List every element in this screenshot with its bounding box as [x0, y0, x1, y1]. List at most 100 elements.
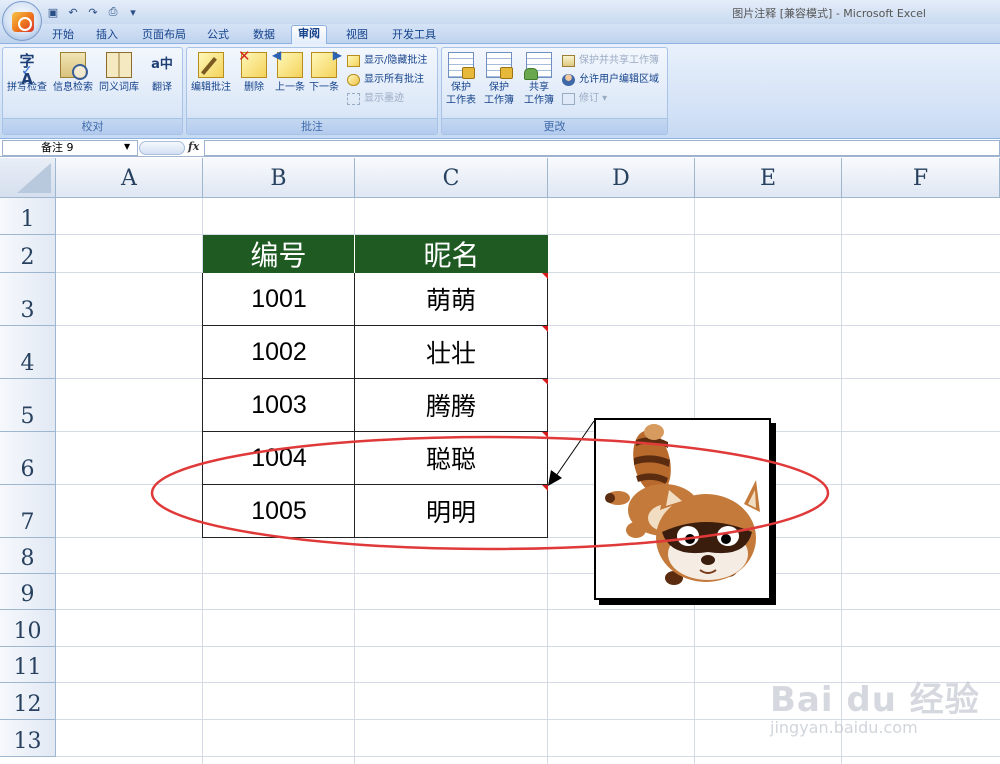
- save-icon[interactable]: ▣: [44, 4, 62, 21]
- select-all-corner[interactable]: [0, 158, 56, 198]
- protect-share-workbook-button[interactable]: 保护并共享工作簿: [562, 53, 659, 69]
- spelling-check-icon: 字A: [14, 52, 40, 88]
- thesaurus-icon: [106, 52, 132, 78]
- translate-button[interactable]: a中 翻译: [149, 52, 175, 94]
- next-comment-button[interactable]: 下一条: [309, 48, 342, 94]
- formula-bar: 备注 9 ▼ fx: [0, 139, 1000, 157]
- row-header-12[interactable]: 12: [0, 683, 56, 720]
- cell-id[interactable]: 1003: [202, 379, 355, 432]
- row-header-10[interactable]: 10: [0, 610, 56, 647]
- formula-input[interactable]: [204, 140, 1000, 156]
- cell-nickname[interactable]: 壮壮: [354, 326, 548, 379]
- column-header-b[interactable]: B: [203, 158, 355, 198]
- gridline: [56, 573, 1000, 574]
- tab-view[interactable]: 视图: [340, 27, 374, 44]
- comment-box[interactable]: [594, 418, 771, 600]
- tab-data[interactable]: 数据: [247, 27, 281, 44]
- cell-nickname[interactable]: 聪聪: [354, 432, 548, 485]
- protect-sheet-button[interactable]: 保护 工作表: [446, 52, 476, 107]
- cell-nickname[interactable]: 萌萌: [354, 273, 548, 326]
- tab-page-layout[interactable]: 页面布局: [136, 27, 192, 44]
- tab-developer[interactable]: 开发工具: [386, 27, 442, 44]
- translate-icon: a中: [151, 57, 173, 72]
- delete-comment-button[interactable]: 删除: [238, 47, 267, 94]
- previous-comment-button[interactable]: 上一条: [272, 48, 305, 94]
- tab-insert[interactable]: 插入: [90, 27, 124, 44]
- raccoon-head: [656, 480, 760, 582]
- comment-indicator-icon: [542, 379, 548, 385]
- comment-indicator-icon: [542, 326, 548, 332]
- show-all-comments-icon: [347, 74, 360, 86]
- research-button[interactable]: 信息检索: [53, 52, 93, 94]
- allow-edit-ranges-button[interactable]: 允许用户编辑区域: [562, 72, 659, 88]
- row-header-5[interactable]: 5: [0, 379, 56, 432]
- protect-share-icon: [562, 55, 575, 67]
- name-box[interactable]: 备注 9: [2, 140, 138, 156]
- row-header-4[interactable]: 4: [0, 326, 56, 379]
- column-header-a[interactable]: A: [56, 158, 203, 198]
- gridline: [56, 756, 1000, 757]
- cell-nickname[interactable]: 腾腾: [354, 379, 548, 432]
- cell-id[interactable]: 1005: [202, 485, 355, 538]
- group-label-proofing: 校对: [3, 118, 182, 134]
- row-header-13[interactable]: 13: [0, 720, 56, 757]
- quick-access-toolbar: ▣ ↶ ↷ ⎙ ▾: [44, 3, 142, 21]
- show-hide-comment-button[interactable]: 显示/隐藏批注: [347, 53, 427, 69]
- name-box-dropdown-icon[interactable]: ▼: [124, 142, 130, 151]
- cell-id[interactable]: 1002: [202, 326, 355, 379]
- tab-formulas[interactable]: 公式: [201, 27, 235, 44]
- row-header-11[interactable]: 11: [0, 647, 56, 683]
- undo-icon[interactable]: ↶: [64, 4, 82, 21]
- header-cell-nickname[interactable]: 昵名: [355, 235, 548, 273]
- office-button[interactable]: [2, 1, 42, 41]
- column-header-e[interactable]: E: [695, 158, 842, 198]
- column-header-d[interactable]: D: [548, 158, 695, 198]
- row-header-6[interactable]: 6: [0, 432, 56, 485]
- protect-workbook-icon: [486, 52, 513, 79]
- show-all-comments-button[interactable]: 显示所有批注: [347, 72, 424, 88]
- tab-review[interactable]: 审阅: [291, 25, 327, 45]
- share-workbook-button[interactable]: 共享 工作簿: [524, 52, 554, 107]
- cell-id[interactable]: 1001: [202, 273, 355, 326]
- comment-indicator-icon: [542, 485, 548, 491]
- column-header-c[interactable]: C: [355, 158, 548, 198]
- window-title: 图片注释 [兼容模式] - Microsoft Excel: [732, 7, 926, 20]
- group-proofing: 字A 拼写检查 信息检索 同义词库 a中 翻译 校对: [2, 47, 183, 135]
- track-changes-button[interactable]: 修订 ▾: [562, 91, 607, 107]
- delete-comment-icon: [238, 47, 267, 78]
- protect-workbook-button[interactable]: 保护 工作簿: [484, 52, 514, 107]
- ribbon: 字A 拼写检查 信息检索 同义词库 a中 翻译 校对 编辑批注 删除 上一条: [0, 44, 1000, 139]
- row-header-1[interactable]: 1: [0, 198, 56, 235]
- show-ink-icon: [347, 93, 360, 105]
- title-bar: ▣ ↶ ↷ ⎙ ▾ 图片注释 [兼容模式] - Microsoft Excel: [0, 0, 1000, 24]
- group-comments: 编辑批注 删除 上一条 下一条 显示/隐藏批注 显示所有批注 显示墨迹 批注: [186, 47, 438, 135]
- group-label-comments: 批注: [187, 118, 437, 134]
- row-header-2[interactable]: 2: [0, 235, 56, 273]
- next-comment-icon: [311, 48, 342, 78]
- print-preview-icon[interactable]: ⎙: [104, 4, 122, 21]
- row-header-9[interactable]: 9: [0, 574, 56, 610]
- redo-icon[interactable]: ↷: [84, 4, 102, 21]
- tab-home[interactable]: 开始: [46, 27, 80, 44]
- column-header-f[interactable]: F: [842, 158, 1000, 198]
- row-header-8[interactable]: 8: [0, 538, 56, 574]
- group-label-changes: 更改: [442, 118, 667, 134]
- raccoon-picture: [605, 424, 760, 585]
- protect-sheet-icon: [448, 52, 475, 79]
- customize-icon[interactable]: ▾: [124, 4, 142, 21]
- show-ink-button[interactable]: 显示墨迹: [347, 91, 404, 107]
- spelling-button[interactable]: 字A 拼写检查: [7, 52, 47, 94]
- comment-indicator-icon: [542, 432, 548, 438]
- insert-function-icon[interactable]: fx: [188, 140, 199, 153]
- edit-comment-button[interactable]: 编辑批注: [191, 52, 231, 94]
- cell-nickname[interactable]: 明明: [354, 485, 548, 538]
- thesaurus-button[interactable]: 同义词库: [99, 52, 139, 94]
- header-cell-id[interactable]: 编号: [203, 235, 355, 273]
- gridline: [56, 609, 1000, 610]
- show-hide-comment-icon: [347, 55, 360, 67]
- cell-id[interactable]: 1004: [202, 432, 355, 485]
- row-header-3[interactable]: 3: [0, 273, 56, 326]
- share-workbook-icon: [524, 52, 552, 80]
- row-header-7[interactable]: 7: [0, 485, 56, 538]
- formula-bar-expand-handle[interactable]: [139, 141, 185, 155]
